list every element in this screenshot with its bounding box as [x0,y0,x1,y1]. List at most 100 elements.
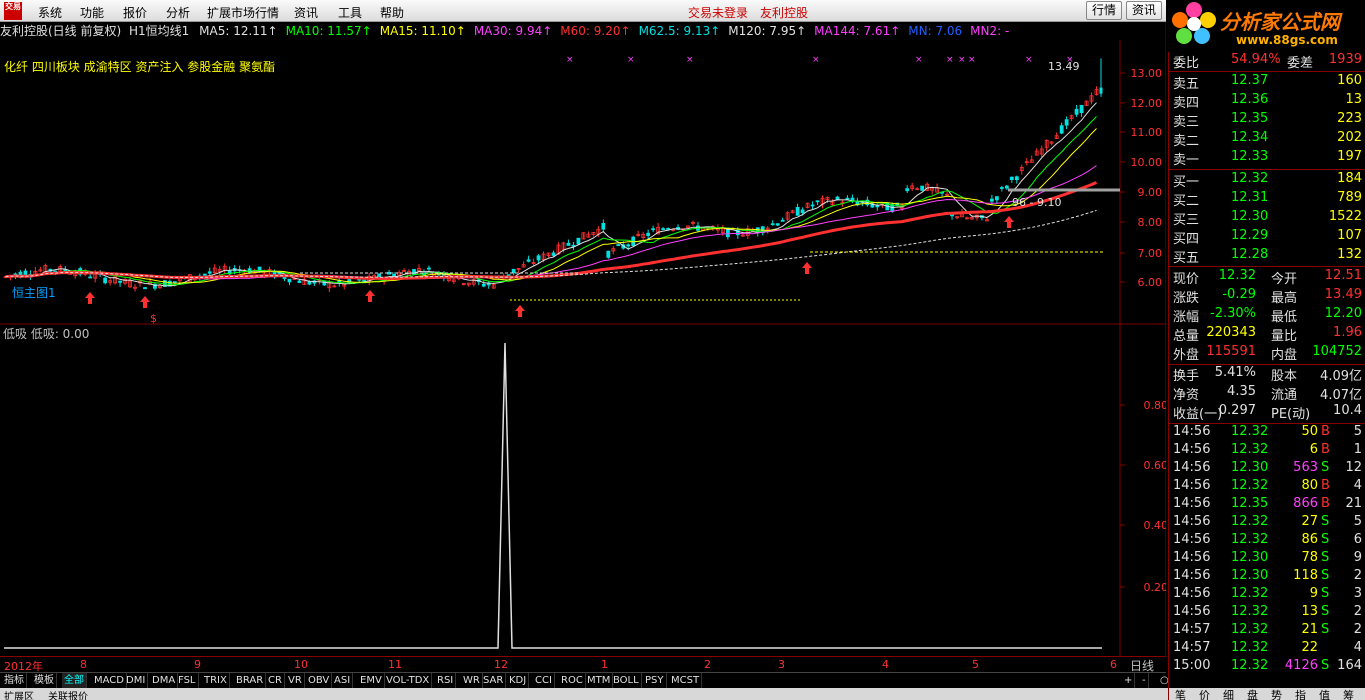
indicator-tab-sar[interactable]: SAR [481,673,507,689]
sub-tick-label: 0.20 [1144,581,1167,594]
ask-label: 卖二 [1173,134,1200,149]
brand-url: www.88gs.com [1236,33,1338,47]
ask-volume: 197 [1337,149,1362,164]
tick-volume: 6 [1309,442,1318,457]
tab-control-button[interactable]: + [1122,673,1136,689]
tick-volume: 80 [1301,478,1318,493]
tick-price: 12.32 [1231,622,1269,637]
stat-label: 最高 [1271,291,1298,306]
ask-price: 12.35 [1231,111,1269,126]
date-tick-label: 10 [294,658,308,671]
tick-count: 5 [1353,424,1362,439]
indicator-tab-rsi[interactable]: RSI [435,673,457,689]
bid-volume: 1522 [1328,209,1362,224]
tick-price: 12.35 [1231,496,1269,511]
indicator-tab-kdj[interactable]: KDJ [507,673,530,689]
indicator-tab-obv[interactable]: OBV [306,673,333,689]
candle-body [780,219,785,222]
candle-body [810,204,815,207]
candle-body [770,223,775,226]
ask-row: 卖三 12.35 223 [1169,111,1365,130]
ask-price: 12.34 [1231,130,1269,145]
quote-tab[interactable]: 值 [1319,687,1330,700]
indicator-tab-fsl[interactable]: FSL [176,673,199,689]
indicator-tab-dma[interactable]: DMA [150,673,179,689]
indicator-tab-boll[interactable]: BOLL [611,673,642,689]
indicator-tab-模板[interactable]: 模板 [32,673,57,689]
ask-label: 卖五 [1173,77,1200,92]
tick-count: 12 [1345,460,1362,475]
sub-tick-label: 0.60 [1144,459,1167,472]
stat-value: -2.30% [1210,306,1256,321]
stat-value: 115591 [1206,344,1256,359]
quote-tab[interactable]: 价 [1199,687,1210,700]
brand-logo: 分析家公式网 www.88gs.com [1166,0,1365,52]
price-tick-label: 6.00 [1138,276,1163,289]
candle-body [1079,104,1084,114]
dollar-mark: $ [150,312,157,325]
indicator-tab-asi[interactable]: ASI [332,673,354,689]
indicator-tab-trix[interactable]: TRIX [202,673,230,689]
indicator-tab-指标[interactable]: 指标 [2,673,27,689]
ask-volume: 160 [1337,73,1362,88]
quote-tab[interactable]: 指 [1295,687,1306,700]
indicator-tab-cr[interactable]: CR [266,673,285,689]
indicator-tab-macd[interactable]: MACD [92,673,127,689]
candle-body [576,237,581,245]
indicator-tab-dmi[interactable]: DMI [124,673,149,689]
buy-arrow-icon [802,262,812,274]
indicator-tab-vol-tdx[interactable]: VOL-TDX [384,673,433,689]
price-tick-label: 8.00 [1138,216,1163,229]
bid-row: 买五 12.28 132 [1169,247,1365,266]
indicator-tab-全部[interactable]: 全部 [62,673,87,689]
tick-volume: 4126 [1284,658,1318,673]
tick-count: 21 [1345,496,1362,511]
tick-time: 14:56 [1173,460,1211,475]
tab-control-button[interactable]: - [1140,673,1149,689]
quote-tab[interactable]: 笔 [1175,687,1186,700]
tick-count: 2 [1353,604,1362,619]
status-linked-quote[interactable]: 关联报价 [48,688,88,700]
quote-tab[interactable]: 细 [1223,687,1234,700]
tick-volume: 78 [1301,550,1318,565]
candle-body [651,228,656,231]
stat-row: 涨幅 -2.30% 最低 12.20 [1169,306,1365,325]
quote-tab[interactable]: 势 [1271,687,1282,700]
signal-mark: × [566,55,574,65]
indicator-tab-emv[interactable]: EMV [358,673,385,689]
indicator-tab-wr[interactable]: WR [461,673,483,689]
date-tick-label: 5 [972,658,979,671]
tick-row: 14:56 12.35 866 B 21 [1169,496,1365,514]
candle-body [481,283,486,287]
bid-price: 12.29 [1231,228,1269,243]
tick-side: S [1321,550,1330,565]
candle-body [666,228,670,230]
ma-line [5,128,1097,284]
indicator-tab-brar[interactable]: BRAR [234,673,267,689]
separator [1169,169,1365,170]
indicator-tab-cci[interactable]: CCI [533,673,555,689]
quote-tab[interactable]: 盘 [1247,687,1258,700]
buy-arrow-icon [365,290,375,302]
kline-chart-area[interactable]: 13.00 12.00 11.00 10.00 9.00 8.00 7.00 6.00 0.80… [0,0,1166,656]
stat-value: -0.29 [1222,287,1256,302]
indicator-tab-psy[interactable]: PSY [643,673,667,689]
stat-value: 104752 [1312,344,1362,359]
bid-volume: 132 [1337,247,1362,262]
tick-row: 14:57 12.32 22 4 [1169,640,1365,658]
indicator-tab-mcst[interactable]: MCST [669,673,703,689]
quote-tab[interactable]: 筹 [1343,687,1354,700]
status-extension[interactable]: 扩展区 [4,688,34,700]
indicator-tab-mtm[interactable]: MTM [585,673,614,689]
tick-volume: 21 [1301,622,1318,637]
tick-count: 2 [1353,622,1362,637]
fund-value: 5.41% [1214,365,1256,380]
stat-label: 今开 [1271,272,1298,287]
ask-price: 12.37 [1231,73,1269,88]
signal-mark: × [958,55,966,65]
tick-price: 12.32 [1231,532,1269,547]
indicator-tab-vr[interactable]: VR [286,673,305,689]
candle-body [795,206,800,216]
indicator-tab-roc[interactable]: ROC [559,673,586,689]
tick-row: 14:56 12.32 9 S 3 [1169,586,1365,604]
